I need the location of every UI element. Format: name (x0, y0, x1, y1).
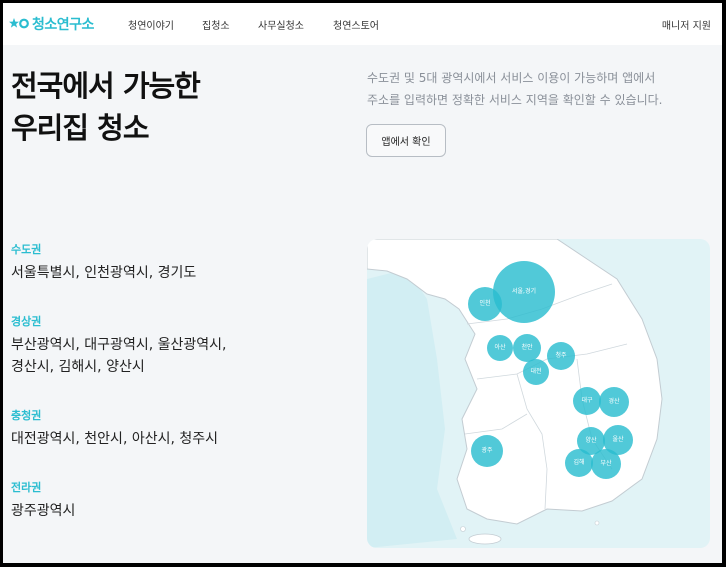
logo-icon (9, 18, 29, 29)
map-bubble-seoul-gyeonggi: 서울,경기 (493, 261, 555, 323)
check-in-app-button[interactable]: 앱에서 확인 (366, 124, 446, 157)
map-bubble-daejeon: 대전 (523, 359, 549, 385)
region-cities-line: 부산광역시, 대구광역시, 울산광역시, (11, 337, 227, 353)
map-bubble-gimhae: 김해 (565, 449, 593, 477)
region-cities-gyeongsang: 부산광역시, 대구광역시, 울산광역시, 경산시, 김해시, 양산시 (11, 334, 291, 378)
top-nav-bar: 청소연구소 청연이야기 집청소 사무실청소 청연스토어 매니저 지원 (3, 3, 722, 45)
region-title-jeolla: 전라권 (11, 481, 42, 494)
region-cities-chungcheong: 대전광역시, 천안시, 아산시, 청주시 (11, 428, 291, 450)
region-cities-line: 대전광역시, 천안시, 아산시, 청주시 (11, 431, 219, 447)
nav-link-manager-apply[interactable]: 매니저 지원 (662, 17, 711, 32)
page-title-line-2: 우리집 청소 (11, 111, 150, 145)
logo-text: 청소연구소 (32, 17, 94, 33)
map-bubble-cheongju: 청주 (547, 342, 575, 370)
region-title-capital: 수도권 (11, 243, 42, 256)
page: 청소연구소 청연이야기 집청소 사무실청소 청연스토어 매니저 지원 전국에서 … (3, 3, 722, 563)
service-description: 수도권 및 5대 광역시에서 서비스 이용이 가능하며 앱에서 주소를 입력하면… (367, 67, 717, 111)
page-title: 전국에서 가능한 우리집 청소 (11, 65, 331, 149)
region-cities-line: 서울특별시, 인천광역시, 경기도 (11, 265, 197, 281)
description-line-1: 수도권 및 5대 광역시에서 서비스 이용이 가능하며 앱에서 (367, 71, 656, 85)
map-bubble-cheonan: 천안 (513, 334, 541, 362)
logo[interactable]: 청소연구소 (9, 13, 94, 35)
nav-link-story[interactable]: 청연이야기 (128, 17, 174, 32)
region-cities-jeolla: 광주광역시 (11, 500, 291, 522)
map-bubble-gyeongsan: 경산 (599, 387, 629, 417)
map-bubble-incheon: 인천 (468, 287, 502, 321)
description-line-2: 주소를 입력하면 정확한 서비스 지역을 확인할 수 있습니다. (367, 93, 663, 107)
region-cities-capital: 서울특별시, 인천광역시, 경기도 (11, 262, 291, 284)
region-cities-line: 경산시, 김해시, 양산시 (11, 359, 145, 375)
region-title-chungcheong: 충청권 (11, 409, 42, 422)
map-bubble-daegu: 대구 (573, 387, 601, 415)
map-bubble-gwangju: 광주 (471, 435, 503, 467)
service-area-map: 서울,경기 인천 아산 천안 청주 대전 대구 경산 광주 양산 울산 김해 부… (367, 239, 710, 548)
map-bubble-asan: 아산 (487, 335, 513, 361)
nav-link-office-cleaning[interactable]: 사무실청소 (258, 17, 304, 32)
nav-link-home-cleaning[interactable]: 집청소 (202, 17, 230, 32)
region-title-gyeongsang: 경상권 (11, 315, 42, 328)
region-cities-line: 광주광역시 (11, 503, 76, 519)
page-title-line-1: 전국에서 가능한 (11, 69, 201, 103)
nav-link-store[interactable]: 청연스토어 (333, 17, 379, 32)
map-bubble-busan: 부산 (591, 449, 621, 479)
